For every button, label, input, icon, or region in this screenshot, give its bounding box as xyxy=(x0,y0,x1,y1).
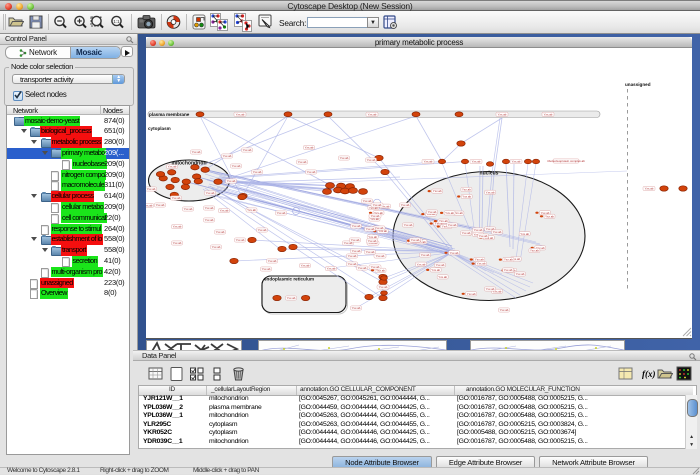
svg-text:endoplasmic reticulum: endoplasmic reticulum xyxy=(264,277,314,282)
svg-text:Yxx.ab: Yxx.ab xyxy=(301,264,310,268)
svg-text:Yxx.ab: Yxx.ab xyxy=(268,259,277,263)
svg-text:Yxx.ab: Yxx.ab xyxy=(363,199,372,203)
svg-text:Yxx.ab: Yxx.ab xyxy=(493,230,502,234)
svg-text:Yxx.ab: Yxx.ab xyxy=(379,285,388,289)
svg-text:Yxx.ab: Yxx.ab xyxy=(411,238,420,242)
svg-text:Yxx.ab: Yxx.ab xyxy=(428,210,437,214)
svg-text:Yxx.ab: Yxx.ab xyxy=(401,203,410,207)
svg-text:Yxx.ab: Yxx.ab xyxy=(371,265,380,269)
svg-text:ribonucleoprotein complex.ab: ribonucleoprotein complex.ab xyxy=(547,159,585,163)
svg-text:Yxx.ab: Yxx.ab xyxy=(504,268,513,272)
svg-text:Yxx.ab: Yxx.ab xyxy=(371,214,380,218)
svg-text:Yxx.ab: Yxx.ab xyxy=(367,158,376,162)
svg-text:Yxx.ab: Yxx.ab xyxy=(192,150,201,154)
svg-text:Yxx.ab: Yxx.ab xyxy=(205,218,214,222)
svg-text:Yxx.ab: Yxx.ab xyxy=(512,160,521,164)
svg-text:cytoplasm: cytoplasm xyxy=(148,126,171,131)
svg-text:Yxx.ab: Yxx.ab xyxy=(500,308,509,312)
svg-text:Yxx.ab: Yxx.ab xyxy=(450,251,459,255)
svg-text:Yxx.ab: Yxx.ab xyxy=(472,160,481,164)
svg-text:Yxx.ab: Yxx.ab xyxy=(462,195,471,199)
svg-text:Yxx.ab: Yxx.ab xyxy=(462,188,471,192)
svg-text:f(x): f(x) xyxy=(642,369,656,379)
svg-text:Yxx.ab: Yxx.ab xyxy=(520,232,529,236)
svg-text:Yxx.ab: Yxx.ab xyxy=(366,250,375,254)
svg-text:nucleus: nucleus xyxy=(480,171,499,177)
svg-text:Yxx.ab: Yxx.ab xyxy=(438,275,447,279)
svg-text:Yxx.ab: Yxx.ab xyxy=(172,196,181,200)
svg-text:Yxx.ab: Yxx.ab xyxy=(220,209,229,213)
svg-text:Yxx.ab: Yxx.ab xyxy=(327,267,336,271)
svg-text:Yxx.ab: Yxx.ab xyxy=(232,164,241,168)
svg-text:Yxx.ab: Yxx.ab xyxy=(404,223,413,227)
svg-text:unassigned: unassigned xyxy=(625,82,651,87)
svg-text:1:1: 1:1 xyxy=(113,19,120,24)
svg-text:Yxx.ab: Yxx.ab xyxy=(236,112,245,116)
svg-text:Yxx.ab: Yxx.ab xyxy=(498,112,507,116)
svg-text:Yxx.ab: Yxx.ab xyxy=(236,238,245,242)
svg-text:Yxx.ab: Yxx.ab xyxy=(421,253,430,257)
svg-text:Yxx.ab: Yxx.ab xyxy=(530,249,539,253)
svg-text:Yxx.ab: Yxx.ab xyxy=(504,258,513,262)
svg-text:Yxx.ab: Yxx.ab xyxy=(258,228,267,232)
svg-text:Yxx.ab: Yxx.ab xyxy=(477,262,486,266)
svg-text:Yxx.ab: Yxx.ab xyxy=(368,112,377,116)
svg-text:Yxx.ab: Yxx.ab xyxy=(479,234,488,238)
svg-text:Yxx.ab: Yxx.ab xyxy=(424,160,433,164)
svg-text:Yxx.ab: Yxx.ab xyxy=(445,211,454,215)
svg-text:Yxx.ab: Yxx.ab xyxy=(352,224,361,228)
svg-text:mitochondrion: mitochondrion xyxy=(172,161,207,167)
svg-text:Yxx.ab: Yxx.ab xyxy=(216,230,225,234)
svg-text:Yxx.ab: Yxx.ab xyxy=(448,223,457,227)
svg-text:Yxx.ab: Yxx.ab xyxy=(516,272,525,276)
svg-text:Yxx.ab: Yxx.ab xyxy=(467,292,476,296)
svg-text:Yxx.ab: Yxx.ab xyxy=(305,146,314,150)
svg-text:Yxx.ab: Yxx.ab xyxy=(351,238,360,242)
svg-text:Yxx.ab: Yxx.ab xyxy=(173,241,182,245)
svg-text:Yxx.ab: Yxx.ab xyxy=(173,225,182,229)
svg-text:Yxx.ab: Yxx.ab xyxy=(375,226,384,230)
svg-text:Yxx.ab: Yxx.ab xyxy=(348,262,357,266)
svg-text:Yxx.ab: Yxx.ab xyxy=(206,191,215,195)
svg-text:Yxx.ab: Yxx.ab xyxy=(366,227,375,231)
svg-text:plasma membrane: plasma membrane xyxy=(149,112,190,117)
svg-text:Yxx.ab: Yxx.ab xyxy=(348,254,357,258)
svg-text:Yxx.ab: Yxx.ab xyxy=(227,179,236,183)
svg-text:Yxx.ab: Yxx.ab xyxy=(486,287,495,291)
svg-text:Yxx.ab: Yxx.ab xyxy=(474,228,483,232)
svg-text:Yxx.ab: Yxx.ab xyxy=(462,231,471,235)
svg-text:Yxx.ab: Yxx.ab xyxy=(298,160,307,164)
svg-text:Yxx.ab: Yxx.ab xyxy=(358,266,367,270)
svg-text:Yxx.ab: Yxx.ab xyxy=(287,296,296,300)
svg-text:Yxx.ab: Yxx.ab xyxy=(243,148,252,152)
svg-text:Yxx.ab: Yxx.ab xyxy=(431,268,440,272)
svg-text:Yxx.ab: Yxx.ab xyxy=(147,187,156,191)
svg-text:Yxx.ab: Yxx.ab xyxy=(368,239,377,243)
svg-text:Yxx.ab: Yxx.ab xyxy=(205,206,214,210)
svg-text:Yxx.ab: Yxx.ab xyxy=(433,189,442,193)
svg-text:Yxx.ab: Yxx.ab xyxy=(352,249,361,253)
svg-text:Yxx.ab: Yxx.ab xyxy=(156,203,165,207)
svg-text:Yxx.ab: Yxx.ab xyxy=(223,154,232,158)
svg-text:Yxx.ab: Yxx.ab xyxy=(253,170,262,174)
svg-text:Yxx.ab: Yxx.ab xyxy=(247,208,256,212)
svg-text:Yxx.ab: Yxx.ab xyxy=(376,254,385,258)
svg-text:Yxx.ab: Yxx.ab xyxy=(352,306,361,310)
svg-text:Yxx.ab: Yxx.ab xyxy=(541,211,550,215)
svg-text:Yxx.ab: Yxx.ab xyxy=(645,187,654,191)
svg-text:Yxx.ab: Yxx.ab xyxy=(486,190,495,194)
svg-text:Yxx.ab: Yxx.ab xyxy=(544,112,553,116)
svg-text:Yxx.ab: Yxx.ab xyxy=(340,156,349,160)
svg-text:Yxx.ab: Yxx.ab xyxy=(417,262,426,266)
svg-text:Yxx.ab: Yxx.ab xyxy=(454,211,463,215)
svg-text:Yxx.ab: Yxx.ab xyxy=(277,211,286,215)
svg-text:Yxx.ab: Yxx.ab xyxy=(146,204,153,208)
svg-text:Yxx.ab: Yxx.ab xyxy=(307,170,316,174)
svg-text:Yxx.ab: Yxx.ab xyxy=(436,263,445,267)
svg-text:Yxx.ab: Yxx.ab xyxy=(373,203,382,207)
svg-text:Yxx.ab: Yxx.ab xyxy=(184,207,193,211)
svg-text:Yxx.ab: Yxx.ab xyxy=(212,245,221,249)
svg-text:Yxx.ab: Yxx.ab xyxy=(262,267,271,271)
